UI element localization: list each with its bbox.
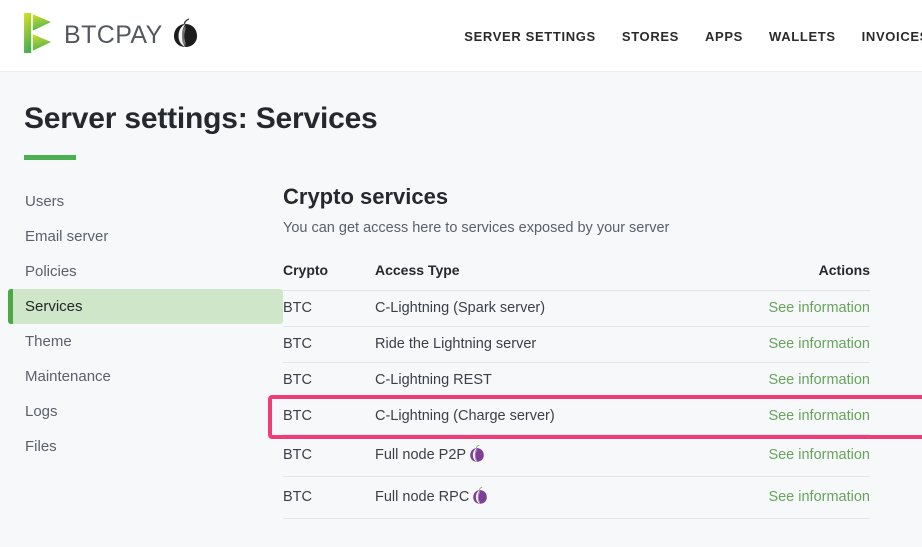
sidebar-item-services[interactable]: Services bbox=[8, 288, 283, 324]
sidebar-item-users[interactable]: Users bbox=[8, 184, 283, 219]
cell-crypto: BTC bbox=[283, 290, 375, 327]
page-layout: Users Email server Policies Services The… bbox=[0, 160, 922, 519]
access-type-label: Ride the Lightning server bbox=[375, 336, 537, 353]
column-header-crypto: Crypto bbox=[283, 261, 375, 291]
see-information-link[interactable]: See information bbox=[768, 372, 870, 388]
access-type-label: Full node P2P bbox=[375, 447, 467, 464]
nav-item-stores[interactable]: STORES bbox=[622, 29, 679, 44]
table-row: BTC C-Lightning (Charge server) See inform… bbox=[283, 398, 870, 435]
table-row: BTC Ride the Lightning server See informat… bbox=[283, 326, 870, 363]
access-type-label: C-Lightning (Spark server) bbox=[375, 300, 546, 317]
page-header: Server settings: Services bbox=[0, 72, 922, 160]
column-header-actions: Actions bbox=[710, 261, 870, 291]
cell-actions: See information bbox=[710, 326, 870, 363]
crypto-services-table: Crypto Access Type Actions BTC C-Lightnin… bbox=[283, 261, 870, 519]
table-body: BTC C-Lightning (Spark server) See informa… bbox=[283, 290, 870, 519]
access-type-label: C-Lightning REST bbox=[375, 372, 492, 389]
cell-crypto: BTC bbox=[283, 326, 375, 363]
cell-access-type: Full node P2P bbox=[375, 434, 710, 477]
see-information-link[interactable]: See information bbox=[768, 447, 870, 463]
cell-actions: See information bbox=[710, 398, 870, 435]
see-information-link[interactable]: See information bbox=[768, 408, 870, 424]
access-type-label: Full node RPC bbox=[375, 489, 470, 506]
access-type-text: Full node RPC bbox=[375, 486, 488, 509]
access-type-text: C-Lightning (Charge server) bbox=[375, 408, 555, 424]
sidebar-item-files[interactable]: Files bbox=[8, 429, 283, 464]
cell-access-type: C-Lightning REST bbox=[375, 362, 710, 399]
cell-crypto: BTC bbox=[283, 362, 375, 399]
table-head: Crypto Access Type Actions bbox=[283, 261, 870, 291]
see-information-link[interactable]: See information bbox=[768, 300, 870, 316]
column-header-access-type: Access Type bbox=[375, 261, 710, 291]
sidebar-item-theme[interactable]: Theme bbox=[8, 324, 283, 359]
tor-onion-icon bbox=[172, 17, 199, 54]
access-type-text: C-Lightning (Spark server) bbox=[375, 300, 545, 316]
table-row: BTC C-Lightning REST See information bbox=[283, 362, 870, 399]
access-type-text: C-Lightning REST bbox=[375, 372, 492, 388]
tor-onion-icon bbox=[472, 486, 488, 509]
tor-onion-icon bbox=[469, 444, 485, 467]
nav-item-invoices[interactable]: INVOICES bbox=[862, 29, 922, 44]
section-title: Crypto services bbox=[283, 183, 449, 209]
cell-access-type: Ride the Lightning server bbox=[375, 326, 710, 363]
access-type-text: Ride the Lightning server bbox=[375, 336, 536, 352]
site-header: BTCPAY SERVER SETTINGS STORES APPS WALLE… bbox=[0, 0, 922, 72]
cell-access-type: C-Lightning (Charge server) bbox=[375, 398, 710, 435]
cell-actions: See information bbox=[710, 290, 870, 327]
nav-item-wallets[interactable]: WALLETS bbox=[769, 29, 836, 44]
cell-access-type: Full node RPC bbox=[375, 476, 710, 519]
sidebar-item-policies[interactable]: Policies bbox=[8, 254, 283, 289]
see-information-link[interactable]: See information bbox=[768, 336, 870, 352]
btcpay-logo-icon bbox=[22, 11, 56, 59]
main-navigation: SERVER SETTINGS STORES APPS WALLETS INVO… bbox=[464, 0, 922, 72]
cell-crypto: BTC bbox=[283, 476, 375, 519]
access-type-label: C-Lightning (Charge server) bbox=[375, 408, 555, 425]
table-row: BTC Full node RPC See information bbox=[283, 476, 870, 519]
nav-item-apps[interactable]: APPS bbox=[705, 29, 743, 44]
sidebar-item-email-server[interactable]: Email server bbox=[8, 219, 283, 254]
sidebar-item-maintenance[interactable]: Maintenance bbox=[8, 359, 283, 394]
page-title: Server settings: Services bbox=[24, 102, 378, 135]
brand-logo[interactable]: BTCPAY bbox=[22, 11, 163, 59]
table-row: BTC Full node P2P See information bbox=[283, 434, 870, 477]
cell-crypto: BTC bbox=[283, 434, 375, 477]
sidebar-item-logs[interactable]: Logs bbox=[8, 394, 283, 429]
table-header-row: Crypto Access Type Actions bbox=[283, 261, 870, 291]
main-content: Crypto services You can get access here … bbox=[268, 183, 922, 519]
brand-name: BTCPAY bbox=[64, 21, 163, 49]
cell-crypto: BTC bbox=[283, 398, 375, 435]
access-type-text: Full node P2P bbox=[375, 444, 485, 467]
nav-item-server-settings[interactable]: SERVER SETTINGS bbox=[464, 29, 596, 44]
cell-actions: See information bbox=[710, 362, 870, 399]
section-subtitle: You can get access here to services expo… bbox=[283, 219, 670, 236]
table-row: BTC C-Lightning (Spark server) See informa… bbox=[283, 290, 870, 327]
cell-access-type: C-Lightning (Spark server) bbox=[375, 290, 710, 327]
cell-actions: See information bbox=[710, 434, 870, 477]
see-information-link[interactable]: See information bbox=[768, 489, 870, 505]
settings-sidebar: Users Email server Policies Services The… bbox=[0, 184, 283, 519]
cell-actions: See information bbox=[710, 476, 870, 519]
